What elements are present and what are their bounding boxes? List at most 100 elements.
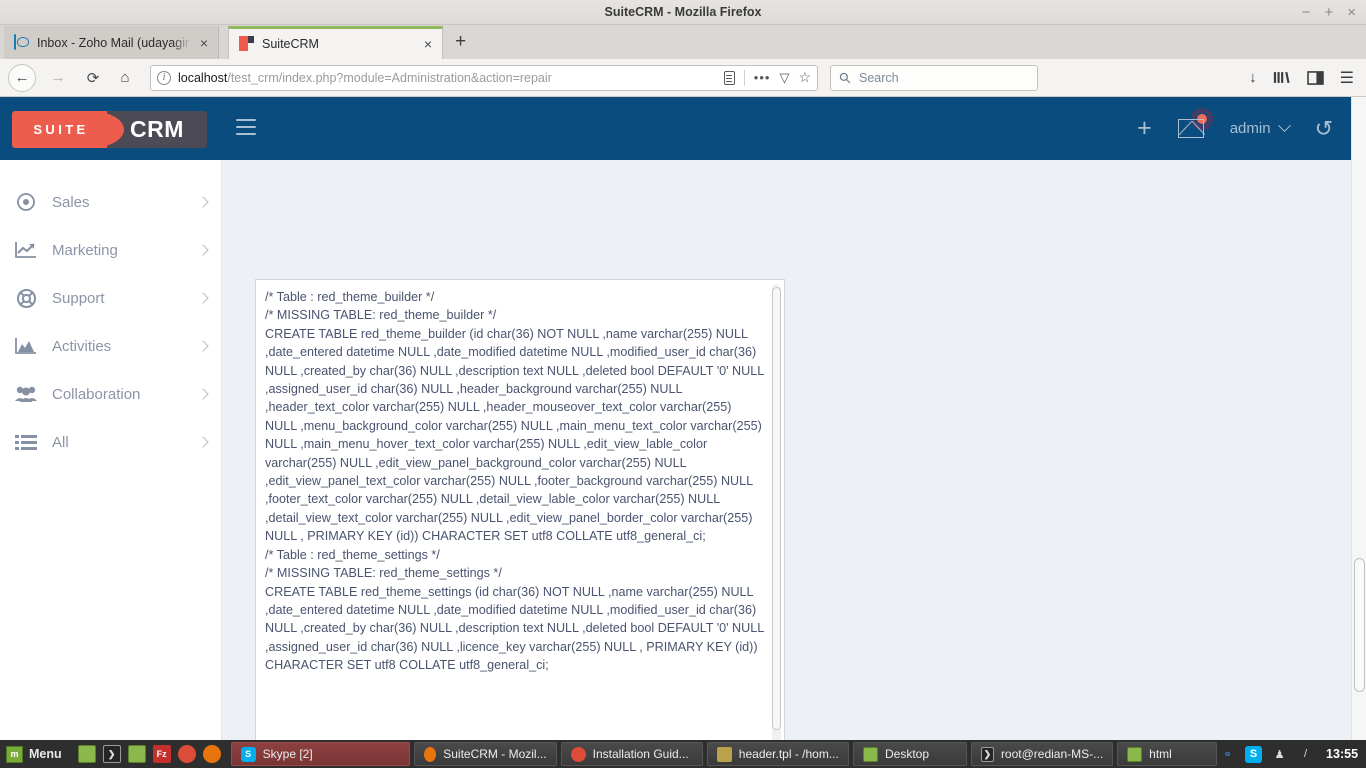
chrome-icon <box>570 746 586 762</box>
line-chart-icon <box>14 238 38 262</box>
chevron-right-icon <box>197 436 209 448</box>
url-path: /test_crm/index.php?module=Administratio… <box>227 70 552 85</box>
firefox-icon[interactable] <box>202 745 221 763</box>
sidebar-item-label: Support <box>52 289 105 307</box>
firefox-icon <box>424 746 437 762</box>
crm-header: SUITE CRM + admin ↺ <box>0 97 1351 160</box>
browser-tab-suitecrm[interactable]: SuiteCRM × <box>228 26 443 59</box>
tab-strip: Inbox - Zoho Mail (udayagiri.r × SuiteCR… <box>0 25 1366 59</box>
start-menu-button[interactable]: m Menu <box>0 740 70 768</box>
taskbar-window-label: Desktop <box>884 747 930 761</box>
divider <box>743 69 745 86</box>
sql-textarea[interactable]: /* Table : red_theme_builder */ /* MISSI… <box>255 279 785 740</box>
tab-label: SuiteCRM <box>262 37 319 51</box>
chevron-down-icon <box>1277 119 1291 133</box>
tab-close-icon[interactable]: × <box>198 35 210 51</box>
taskbar: m Menu ❯ Fz S Skype [2] SuiteCRM - Mozil… <box>0 740 1366 768</box>
crm-sidebar: Sales Marketing Support Activities Colla… <box>0 160 222 740</box>
sidebar-item-support[interactable]: Support <box>14 274 209 322</box>
history-icon[interactable]: ↺ <box>1315 117 1333 140</box>
filezilla-icon[interactable]: Fz <box>152 745 171 763</box>
tracking-shield-icon[interactable]: ▽ <box>779 70 789 86</box>
sidebar-item-sales[interactable]: Sales <box>14 178 209 226</box>
tab-label: Inbox - Zoho Mail (udayagiri.r <box>37 35 191 50</box>
sidebar-item-label: Collaboration <box>52 385 141 403</box>
sql-text: /* Table : red_theme_builder */ /* MISSI… <box>265 290 764 673</box>
shield-icon[interactable]: ⚭ <box>1219 746 1236 763</box>
clock[interactable]: 13:55 <box>1323 747 1358 761</box>
sidebar-item-marketing[interactable]: Marketing <box>14 226 209 274</box>
minimize-button[interactable]: − <box>1302 5 1311 20</box>
window-controls: − + × <box>1302 0 1356 25</box>
sidebar-item-activities[interactable]: Activities <box>14 322 209 370</box>
suitecrm-logo[interactable]: SUITE CRM <box>12 111 207 148</box>
life-ring-icon <box>14 286 38 310</box>
maximize-button[interactable]: + <box>1324 5 1333 20</box>
library-icon[interactable] <box>1273 70 1291 85</box>
taskbar-window-suitecrm[interactable]: SuiteCRM - Mozil... <box>414 742 557 766</box>
taskbar-window-desktop[interactable]: Desktop <box>852 742 967 766</box>
browser-tab-zoho-mail[interactable]: Inbox - Zoho Mail (udayagiri.r × <box>4 26 219 59</box>
forward-button[interactable]: → <box>46 69 70 86</box>
url-text: localhost/test_crm/index.php?module=Admi… <box>178 71 717 85</box>
page-scrollbar[interactable] <box>1351 97 1366 740</box>
quick-launch: ❯ Fz <box>70 745 229 763</box>
bookmark-star-icon[interactable]: ☆ <box>798 69 811 86</box>
taskbar-window-label: SuiteCRM - Mozil... <box>443 747 547 761</box>
taskbar-window-terminal[interactable]: ❯ root@redian-MS-... <box>970 742 1114 766</box>
terminal-icon: ❯ <box>980 746 994 762</box>
chevron-right-icon <box>197 196 209 208</box>
taskbar-window-label: root@redian-MS-... <box>1000 747 1104 761</box>
chevron-right-icon <box>197 388 209 400</box>
sidebar-icon[interactable] <box>1306 70 1324 85</box>
reload-button[interactable]: ⟳ <box>82 69 104 87</box>
back-button[interactable]: ← <box>8 63 36 92</box>
taskbar-window-installation-guide[interactable]: Installation Guid... <box>560 742 703 766</box>
taskbar-window-header-tpl[interactable]: header.tpl - /hom... <box>706 742 849 766</box>
sidebar-item-collaboration[interactable]: Collaboration <box>14 370 209 418</box>
quick-add-icon[interactable]: + <box>1137 116 1152 141</box>
address-bar[interactable]: i localhost/test_crm/index.php?module=Ad… <box>150 64 818 91</box>
sql-scrollbar-thumb[interactable] <box>772 287 781 730</box>
taskbar-window-html[interactable]: html <box>1117 742 1218 766</box>
chevron-right-icon <box>197 340 209 352</box>
taskbar-window-skype[interactable]: S Skype [2] <box>230 742 411 766</box>
home-button[interactable]: ⌂ <box>114 69 136 86</box>
taskbar-window-label: Installation Guid... <box>592 747 689 761</box>
sidebar-item-label: Marketing <box>52 241 118 259</box>
sidebar-item-all[interactable]: All <box>14 418 209 466</box>
page-actions-icon[interactable]: ••• <box>754 70 771 85</box>
window-titlebar: SuiteCRM - Mozilla Firefox − + × <box>0 0 1366 25</box>
user-menu[interactable]: admin <box>1230 119 1291 137</box>
skype-tray-icon[interactable]: S <box>1245 745 1263 763</box>
system-tray: ⚭ S ♟ / 13:55 <box>1219 745 1366 763</box>
folder-icon <box>862 746 878 762</box>
new-tab-button[interactable]: + <box>455 32 466 51</box>
sidebar-item-label: All <box>52 433 69 451</box>
envelope-icon[interactable] <box>1177 108 1213 138</box>
site-info-icon[interactable]: i <box>157 70 171 85</box>
hamburger-icon[interactable] <box>236 119 256 135</box>
reader-view-icon[interactable] <box>723 70 735 85</box>
app-menu-icon[interactable]: ☰ <box>1340 68 1354 88</box>
downloads-icon[interactable]: ↓ <box>1249 69 1257 86</box>
terminal-icon[interactable]: ❯ <box>102 745 121 763</box>
chevron-right-icon <box>197 292 209 304</box>
editor-icon <box>716 746 732 762</box>
chevron-right-icon <box>197 244 209 256</box>
web-page: SUITE CRM + admin ↺ Sales Marketing Supp… <box>0 97 1366 740</box>
user-icon[interactable]: ♟ <box>1271 746 1288 763</box>
chrome-icon[interactable] <box>177 745 196 763</box>
sql-scrollbar[interactable] <box>772 284 781 740</box>
taskbar-window-label: Skype [2] <box>262 747 313 761</box>
brightness-icon[interactable]: / <box>1297 746 1314 763</box>
files-icon[interactable] <box>77 745 96 763</box>
list-icon <box>14 430 38 454</box>
folder-icon[interactable] <box>127 745 146 763</box>
taskbar-window-label: html <box>1149 747 1172 761</box>
sidebar-item-label: Sales <box>52 193 90 211</box>
close-button[interactable]: × <box>1347 5 1356 20</box>
page-scrollbar-thumb[interactable] <box>1354 558 1365 692</box>
browser-search-box[interactable]: Search <box>830 64 1038 91</box>
tab-close-icon[interactable]: × <box>422 36 434 52</box>
